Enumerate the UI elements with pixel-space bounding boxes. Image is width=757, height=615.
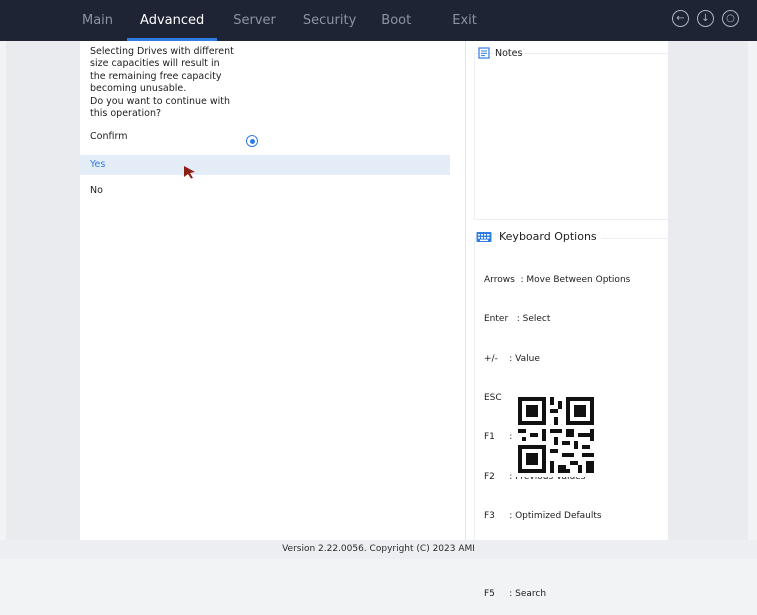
notes-icon xyxy=(478,47,490,59)
notes-box xyxy=(474,53,670,220)
tab-security[interactable]: Security xyxy=(289,0,369,41)
message-line: Selecting Drives with different xyxy=(90,46,234,57)
tab-main[interactable]: Main xyxy=(70,0,127,41)
keyboard-option-line: Enter : Select xyxy=(484,314,551,325)
keyboard-option-line: F5 : Search xyxy=(484,589,547,600)
message-line: this operation? xyxy=(90,108,162,120)
version-footer: Version 2.22.0056. Copyright (C) 2023 AM… xyxy=(0,540,757,559)
keyboard-option-line: Arrows : Move Between Options xyxy=(484,275,631,286)
keyboard-icon xyxy=(476,232,492,242)
confirm-label: Confirm xyxy=(90,131,128,142)
tab-strip: Main Advanced Server Security Boot Exit xyxy=(70,0,489,41)
option-yes[interactable]: Yes xyxy=(80,155,450,175)
message-line: size capacities will result in xyxy=(90,58,220,70)
notes-header: Notes xyxy=(478,47,522,59)
tab-advanced[interactable]: Advanced xyxy=(127,0,218,41)
confirm-radio[interactable] xyxy=(246,135,258,147)
message-line: becoming unusable. xyxy=(90,83,187,95)
message-line: Do you want to continue with xyxy=(90,95,231,107)
top-nav-bar: Main Advanced Server Security Boot Exit … xyxy=(0,0,757,41)
panel-divider xyxy=(465,41,466,540)
message-line: the remaining free capacity xyxy=(90,70,222,82)
keyboard-option-line: +/- : Value xyxy=(484,353,540,364)
qr-code-icon xyxy=(514,393,598,477)
tab-boot[interactable]: Boot xyxy=(369,0,423,41)
search-icon[interactable]: ○ xyxy=(722,10,739,27)
keyboard-options-title: Keyboard Options xyxy=(499,230,597,243)
mouse-cursor-icon xyxy=(184,166,195,179)
tab-exit[interactable]: Exit xyxy=(423,0,489,41)
option-no[interactable]: No xyxy=(80,181,450,201)
top-icons: ← ↓ ○ xyxy=(672,10,739,27)
keyboard-options-header: Keyboard Options xyxy=(476,230,601,243)
tab-server[interactable]: Server xyxy=(217,0,289,41)
notes-title: Notes xyxy=(495,47,523,59)
confirm-message: Selecting Drives with different size cap… xyxy=(90,46,260,120)
keyboard-option-line: F3 : Optimized Defaults xyxy=(484,510,602,521)
back-icon[interactable]: ← xyxy=(672,10,689,27)
save-download-icon[interactable]: ↓ xyxy=(697,10,714,27)
